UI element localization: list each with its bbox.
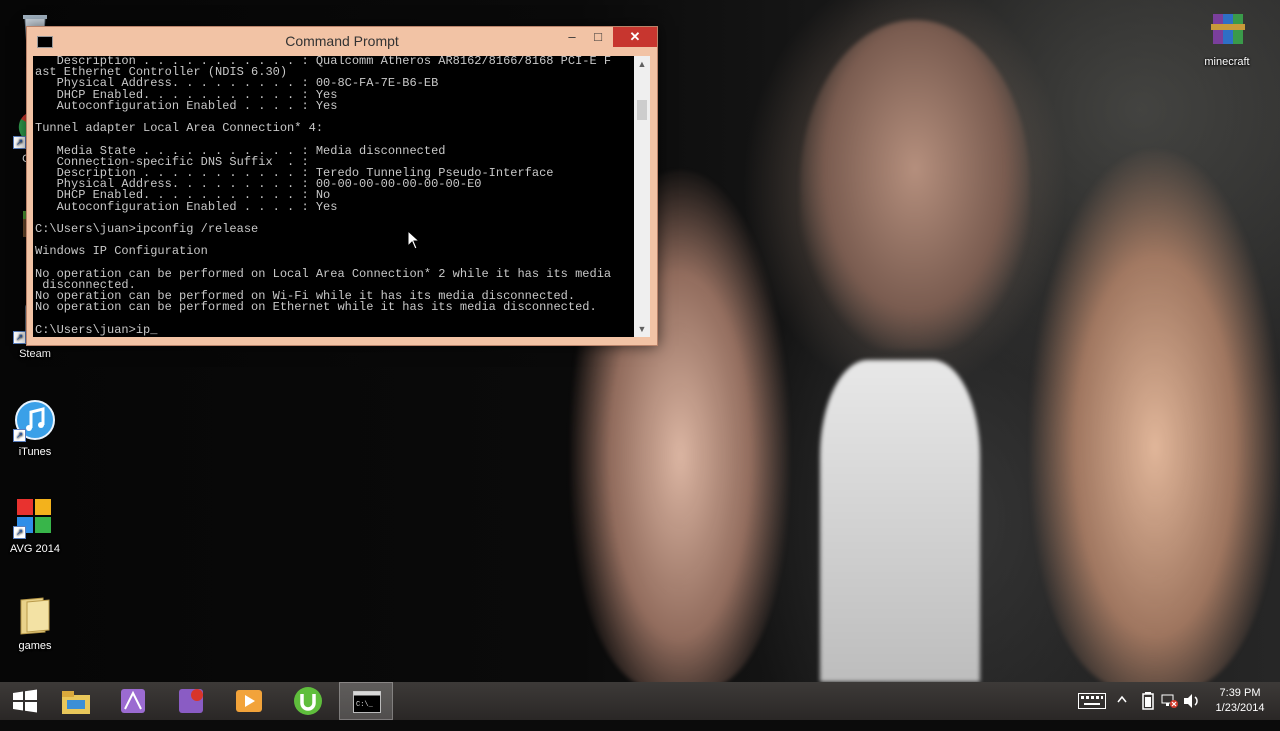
close-button[interactable]: ✕ — [613, 27, 657, 47]
file-explorer-icon — [61, 687, 91, 720]
taskbar-media-player[interactable] — [222, 682, 276, 720]
itunes-icon: ↗ — [13, 398, 57, 442]
taskbar-file-explorer[interactable] — [49, 682, 103, 720]
desktop-icon-label: minecraft — [1204, 56, 1250, 68]
desktop-icon-minecraft-archive[interactable]: minecraft — [1192, 8, 1262, 68]
taskbar-utorrent[interactable] — [281, 682, 335, 720]
utorrent-icon — [293, 686, 323, 721]
scrollbar-thumb[interactable] — [637, 100, 647, 120]
media-player-icon — [234, 687, 264, 720]
svg-text:C:\_: C:\_ — [356, 701, 374, 709]
taskbar-clock[interactable]: 7:39 PM 1/23/2014 — [1207, 686, 1273, 716]
desktop-icon-label: games — [18, 640, 52, 652]
shortcut-arrow-icon: ↗ — [13, 136, 26, 149]
console-line: No operation can be performed on Etherne… — [35, 300, 597, 315]
console-output[interactable]: Description . . . . . . . . . . . : Qual… — [33, 56, 634, 337]
desktop-icon-label: iTunes — [18, 446, 52, 458]
desktop-icon-label: Steam — [19, 348, 51, 360]
taskbar: C:\_ 7:39 PM 1/23/2014 — [0, 682, 1280, 720]
avg-icon: ↗ — [13, 495, 57, 539]
clock-time: 7:39 PM — [1219, 687, 1261, 699]
command-prompt-icon: C:\_ — [353, 691, 381, 718]
folder-icon — [13, 592, 57, 636]
taskbar-movie-studio[interactable] — [163, 682, 217, 720]
show-hidden-icons-icon[interactable] — [1117, 693, 1127, 731]
console-line: Tunnel adapter Local Area Connection* 4: — [35, 121, 324, 136]
sony-vegas-movie-studio-icon — [177, 687, 205, 720]
wallpaper-shirt — [820, 360, 980, 682]
desktop-icon-itunes[interactable]: ↗ iTunes — [0, 398, 70, 458]
vertical-scrollbar[interactable]: ▲ ▼ — [634, 56, 650, 337]
volume-icon[interactable] — [1183, 693, 1201, 731]
battery-icon[interactable] — [1142, 692, 1154, 730]
scroll-up-icon[interactable]: ▲ — [634, 56, 650, 72]
touch-keyboard-icon[interactable] — [1078, 693, 1106, 731]
wallpaper-face — [800, 20, 1030, 350]
console-line: C:\Users\juan>ip_ — [35, 322, 158, 337]
winrar-archive-icon — [1205, 8, 1249, 52]
shortcut-arrow-icon: ↗ — [13, 526, 26, 539]
windows-start-icon — [12, 689, 38, 718]
wallpaper-right-hand — [1030, 150, 1280, 690]
console-line: Windows IP Configuration — [35, 244, 208, 259]
console-lines: Description . . . . . . . . . . . : Qual… — [33, 56, 634, 336]
start-button[interactable] — [0, 682, 54, 720]
command-prompt-window[interactable]: Command Prompt – □ ✕ Description . . . .… — [26, 26, 658, 346]
window-titlebar[interactable]: Command Prompt – □ ✕ — [27, 27, 657, 55]
console-line: C:\Users\juan>ipconfig /release — [35, 222, 259, 237]
desktop-icon-label: AVG 2014 — [10, 543, 60, 555]
minimize-button[interactable]: – — [559, 27, 585, 47]
shortcut-arrow-icon: ↗ — [13, 429, 26, 442]
clock-date: 1/23/2014 — [1215, 702, 1265, 714]
maximize-button[interactable]: □ — [585, 27, 611, 47]
console-line: Autoconfiguration Enabled . . . . : Yes — [35, 98, 338, 113]
taskbar-command-prompt[interactable]: C:\_ — [339, 682, 393, 720]
desktop-icon-avg[interactable]: ↗ AVG 2014 — [0, 495, 70, 555]
mouse-cursor-icon — [407, 229, 421, 255]
desktop-icon-games-folder[interactable]: games — [0, 592, 70, 652]
console-line: Autoconfiguration Enabled . . . . : Yes — [35, 199, 338, 214]
network-disconnected-icon[interactable] — [1161, 693, 1179, 731]
sony-vegas-icon — [119, 687, 147, 720]
taskbar-sony-vegas[interactable] — [105, 682, 159, 720]
shortcut-arrow-icon: ↗ — [13, 331, 26, 344]
scroll-down-icon[interactable]: ▼ — [634, 321, 650, 337]
